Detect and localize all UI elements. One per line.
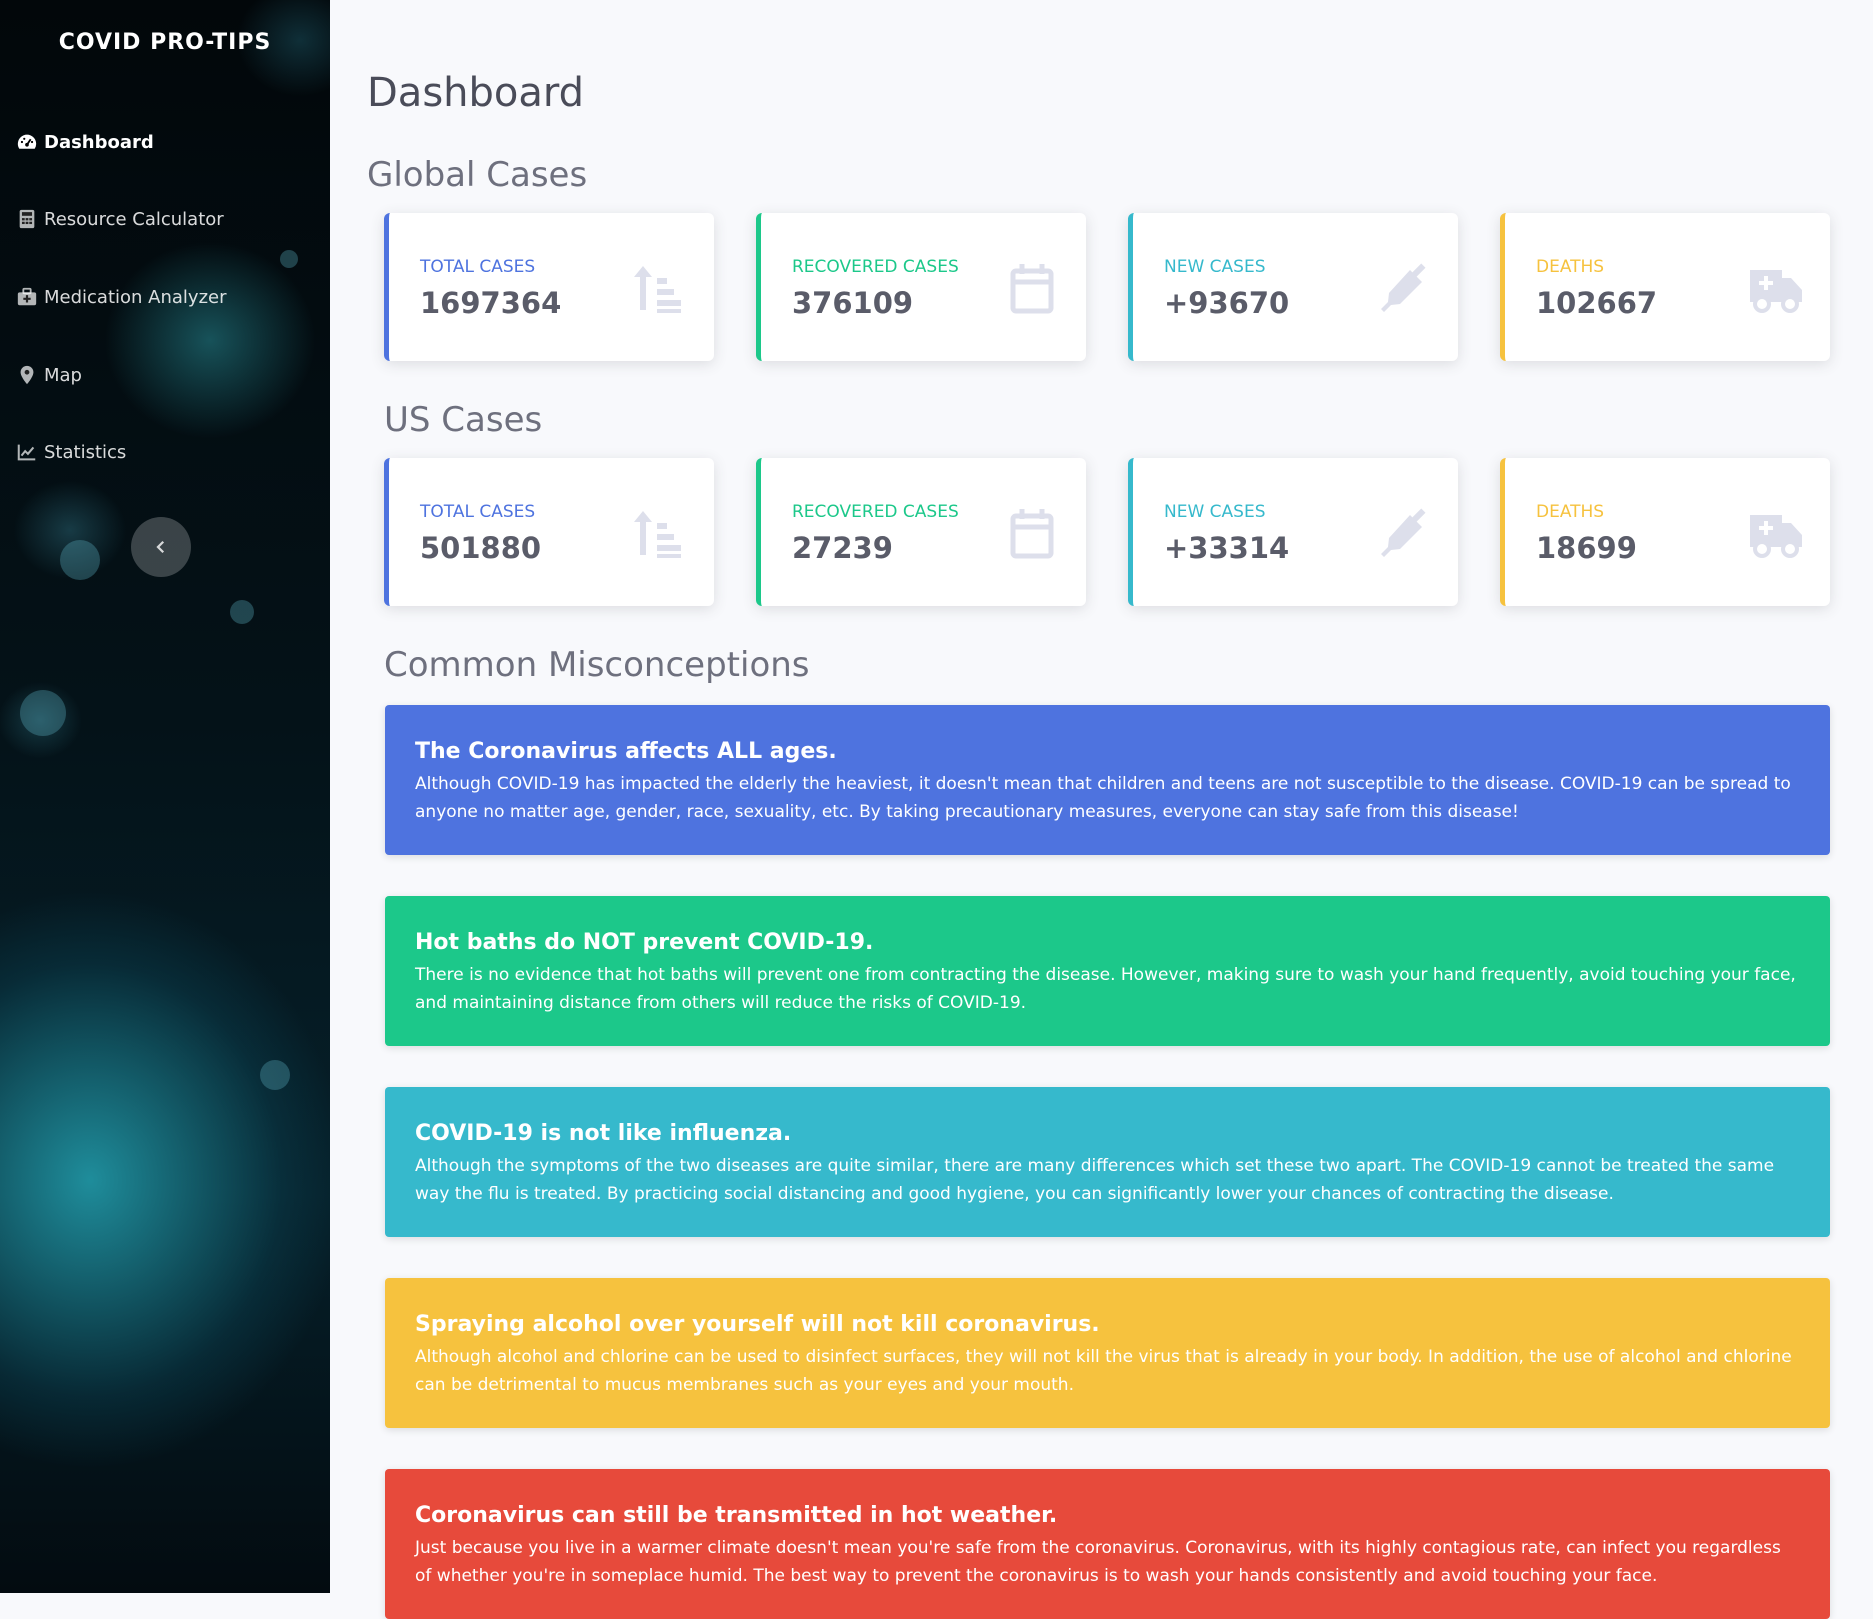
sort-amount-up-icon [634, 266, 681, 313]
sidebar-toggle-button[interactable] [131, 517, 191, 577]
medkit-icon [17, 287, 37, 306]
sidebar-item-label: Map [44, 364, 82, 386]
sidebar-item-map[interactable]: Map [16, 364, 82, 386]
stat-label: TOTAL CASES [420, 257, 536, 277]
sidebar-item-medication-analyzer[interactable]: Medication Analyzer [16, 286, 227, 308]
stat-value: 102667 [1536, 286, 1658, 320]
sidebar: COVID PRO-TIPS Dashboard Resource Calcul… [0, 0, 330, 1593]
misconception-title: Spraying alcohol over yourself will not … [415, 1312, 1100, 1337]
calendar-icon [1010, 509, 1054, 559]
chart-line-icon [17, 444, 36, 461]
sidebar-item-statistics[interactable]: Statistics [16, 441, 126, 463]
syringe-icon [1381, 508, 1426, 557]
misconception-title: Coronavirus can still be transmitted in … [415, 1503, 1058, 1528]
stat-value: 376109 [792, 286, 914, 320]
page-title: Dashboard [367, 70, 585, 116]
stat-value: 501880 [420, 531, 542, 565]
stat-card-global-deaths: DEATHS 102667 [1500, 213, 1830, 361]
sidebar-item-dashboard[interactable]: Dashboard [16, 131, 154, 153]
sidebar-item-label: Resource Calculator [44, 208, 224, 230]
chevron-left-icon [156, 540, 165, 554]
misconception-title: The Coronavirus affects ALL ages. [415, 739, 837, 764]
misconception-body: Although alcohol and chlorine can be use… [415, 1347, 1792, 1395]
misconception-card-ages: The Coronavirus affects ALL ages. Althou… [385, 705, 1830, 855]
section-title-global: Global Cases [367, 155, 588, 195]
brand-title[interactable]: COVID PRO-TIPS [0, 30, 330, 55]
stat-label: DEATHS [1536, 257, 1605, 277]
syringe-icon [1381, 263, 1426, 312]
misconception-title: Hot baths do NOT prevent COVID-19. [415, 930, 874, 955]
misconception-body: There is no evidence that hot baths will… [415, 965, 1796, 1013]
sort-amount-up-icon [634, 511, 681, 558]
stat-card-global-total: TOTAL CASES 1697364 [384, 213, 714, 361]
ambulance-icon [1750, 270, 1802, 313]
background-decoration [60, 540, 100, 580]
sidebar-item-resource-calculator[interactable]: Resource Calculator [16, 208, 224, 230]
stat-card-global-recovered: RECOVERED CASES 376109 [756, 213, 1086, 361]
misconception-card-influenza: COVID-19 is not like influenza. Although… [385, 1087, 1830, 1237]
ambulance-icon [1750, 515, 1802, 558]
stat-value: 27239 [792, 531, 893, 565]
misconception-card-alcohol: Spraying alcohol over yourself will not … [385, 1278, 1830, 1428]
misconception-card-hot-baths: Hot baths do NOT prevent COVID-19. There… [385, 896, 1830, 1046]
stat-card-us-recovered: RECOVERED CASES 27239 [756, 458, 1086, 606]
misconception-title: COVID-19 is not like influenza. [415, 1121, 792, 1146]
misconception-body: Although COVID-19 has impacted the elder… [415, 774, 1791, 822]
sidebar-item-label: Statistics [44, 441, 127, 463]
stat-card-us-total: TOTAL CASES 501880 [384, 458, 714, 606]
misconception-card-hot-weather: Coronavirus can still be transmitted in … [385, 1469, 1830, 1619]
calendar-icon [1010, 264, 1054, 314]
background-decoration [260, 1060, 290, 1090]
stat-label: NEW CASES [1164, 502, 1266, 522]
section-title-us: US Cases [384, 400, 543, 440]
stat-value: +93670 [1164, 286, 1290, 320]
section-title-misconceptions: Common Misconceptions [384, 645, 810, 685]
tachometer-icon [17, 134, 37, 149]
stat-value: 1697364 [420, 286, 562, 320]
stat-value: +33314 [1164, 531, 1290, 565]
stat-value: 18699 [1536, 531, 1637, 565]
stat-label: TOTAL CASES [420, 502, 536, 522]
background-decoration [20, 690, 66, 736]
map-marker-icon [20, 365, 34, 385]
stat-label: NEW CASES [1164, 257, 1266, 277]
sidebar-item-label: Medication Analyzer [44, 286, 227, 308]
stat-label: RECOVERED CASES [792, 257, 959, 277]
stat-card-us-new: NEW CASES +33314 [1128, 458, 1458, 606]
stat-label: RECOVERED CASES [792, 502, 959, 522]
background-decoration [280, 250, 298, 268]
calculator-icon [19, 209, 35, 229]
misconception-body: Just because you live in a warmer climat… [415, 1538, 1781, 1586]
main-content: Dashboard Global Cases TOTAL CASES 16973… [330, 0, 1873, 1619]
stat-card-us-deaths: DEATHS 18699 [1500, 458, 1830, 606]
stat-card-global-new: NEW CASES +93670 [1128, 213, 1458, 361]
background-decoration [230, 600, 254, 624]
sidebar-item-label: Dashboard [44, 131, 154, 153]
stat-label: DEATHS [1536, 502, 1605, 522]
misconception-body: Although the symptoms of the two disease… [415, 1156, 1775, 1204]
